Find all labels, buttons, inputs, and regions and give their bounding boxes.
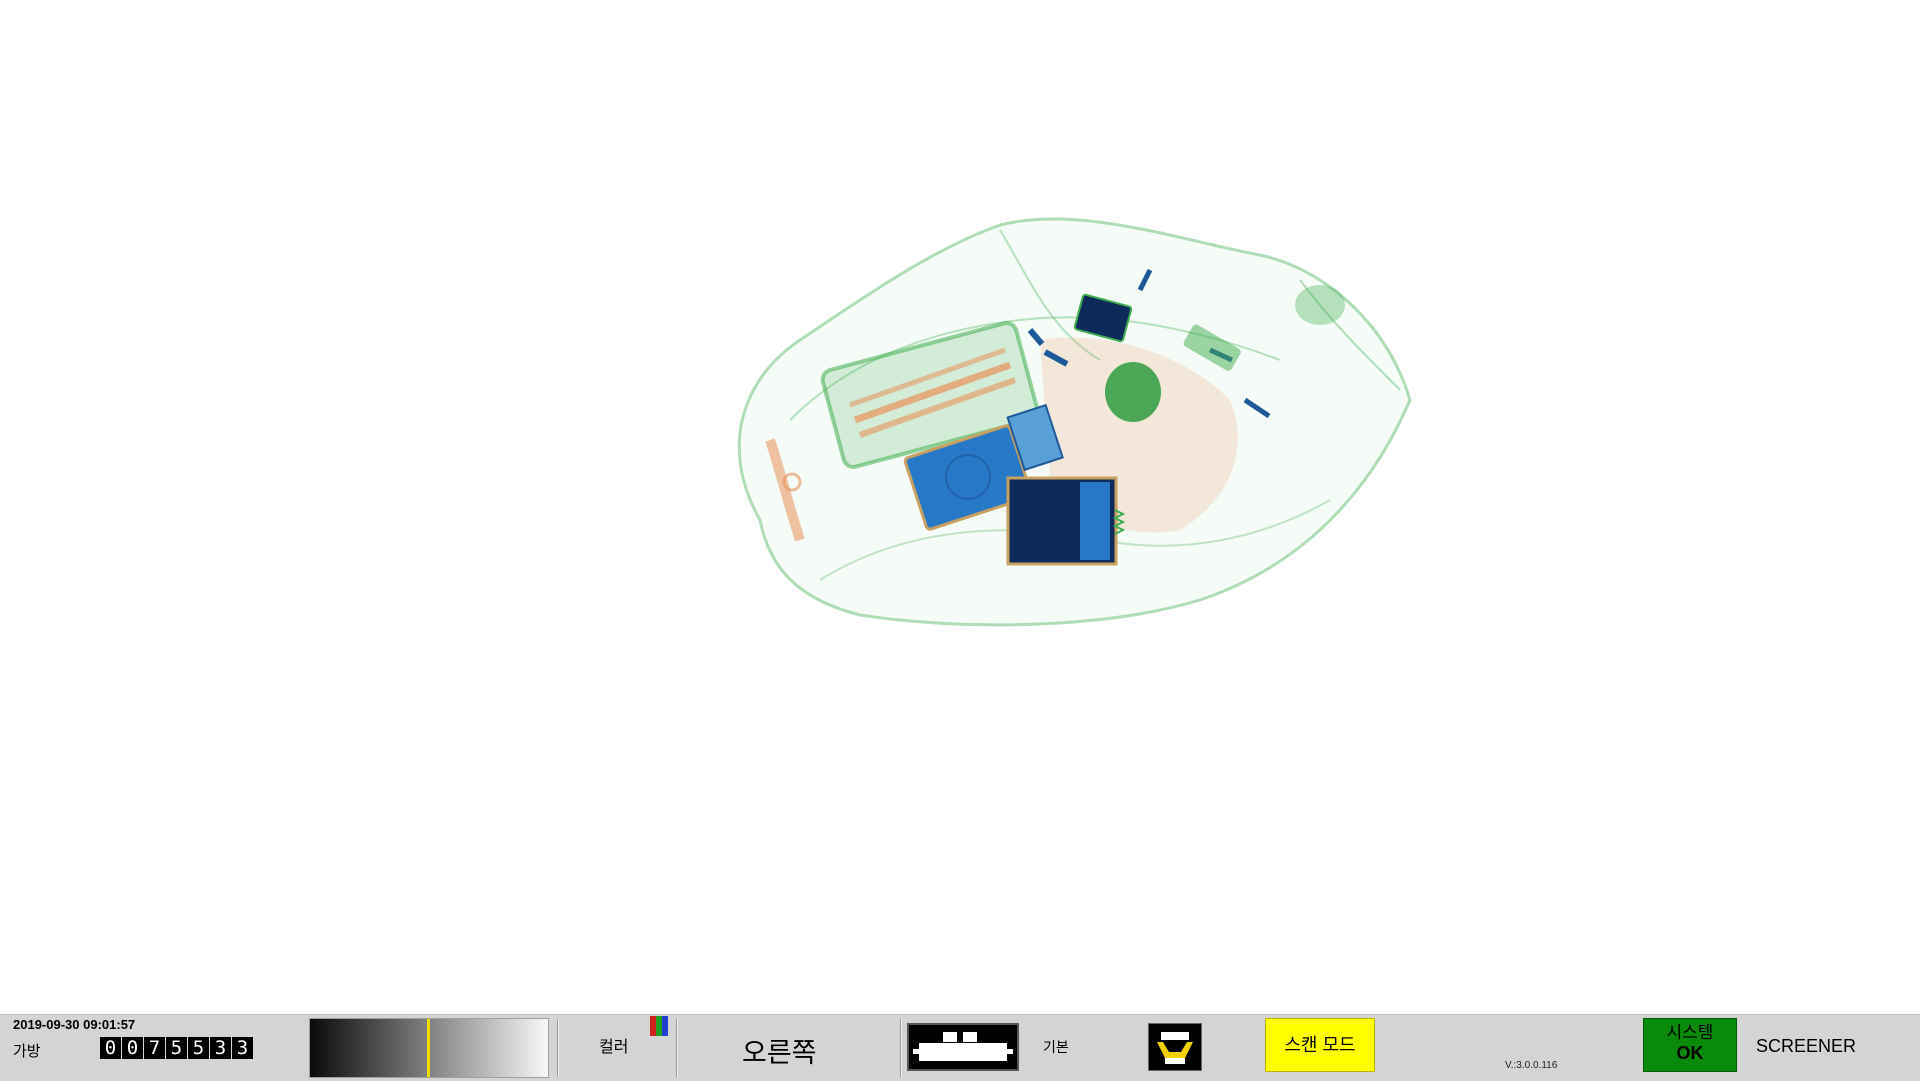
status-bar: 2019-09-30 09:01:57 가방 0 0 7 5 5 3 3 컬러 … xyxy=(0,1014,1920,1081)
system-status-value: OK xyxy=(1676,1043,1704,1063)
bag-label: 가방 xyxy=(13,1043,41,1060)
system-status-indicator[interactable]: 시스템 OK xyxy=(1643,1018,1737,1072)
version-label: V.:3.0.0.116 xyxy=(1505,1060,1558,1071)
scan-mode-button[interactable]: 스캔 모드 xyxy=(1265,1018,1375,1072)
bag-counter-digit: 7 xyxy=(144,1037,165,1059)
organic-cluster xyxy=(1105,362,1161,422)
bag-counter-digit: 5 xyxy=(166,1037,187,1059)
xray-image-viewport[interactable] xyxy=(0,0,1920,1014)
mode-label[interactable]: 기본 xyxy=(1043,1037,1069,1057)
bag-counter-digit: 0 xyxy=(122,1037,143,1059)
datetime-display: 2019-09-30 09:01:57 xyxy=(13,1017,136,1032)
save-image-button[interactable] xyxy=(1148,1023,1202,1071)
contrast-slider-handle[interactable] xyxy=(427,1019,430,1077)
system-status-title: 시스템 xyxy=(1666,1023,1714,1042)
bag-counter-digit: 5 xyxy=(188,1037,209,1059)
grayscale-contrast-slider[interactable] xyxy=(309,1018,549,1078)
divider xyxy=(676,1019,678,1077)
save-image-icon xyxy=(1157,1032,1193,1064)
rgb-color-icon xyxy=(650,1016,668,1036)
bag-counter-digit: 0 xyxy=(100,1037,121,1059)
conveyor-belt-icon xyxy=(913,1032,1013,1061)
direction-label[interactable]: 오른쪽 xyxy=(742,1031,817,1070)
bag-counter-digit: 3 xyxy=(210,1037,231,1059)
user-role-label: SCREENER xyxy=(1756,1036,1857,1056)
battery-pack xyxy=(1006,476,1126,566)
divider xyxy=(900,1019,902,1077)
bag-counter: 0 0 7 5 5 3 3 xyxy=(100,1037,253,1059)
color-mode-button[interactable]: 컬러 xyxy=(599,1033,628,1057)
xray-bag-image xyxy=(737,217,1412,627)
conveyor-button[interactable] xyxy=(907,1023,1019,1071)
divider xyxy=(557,1019,559,1077)
bag-counter-digit: 3 xyxy=(232,1037,253,1059)
